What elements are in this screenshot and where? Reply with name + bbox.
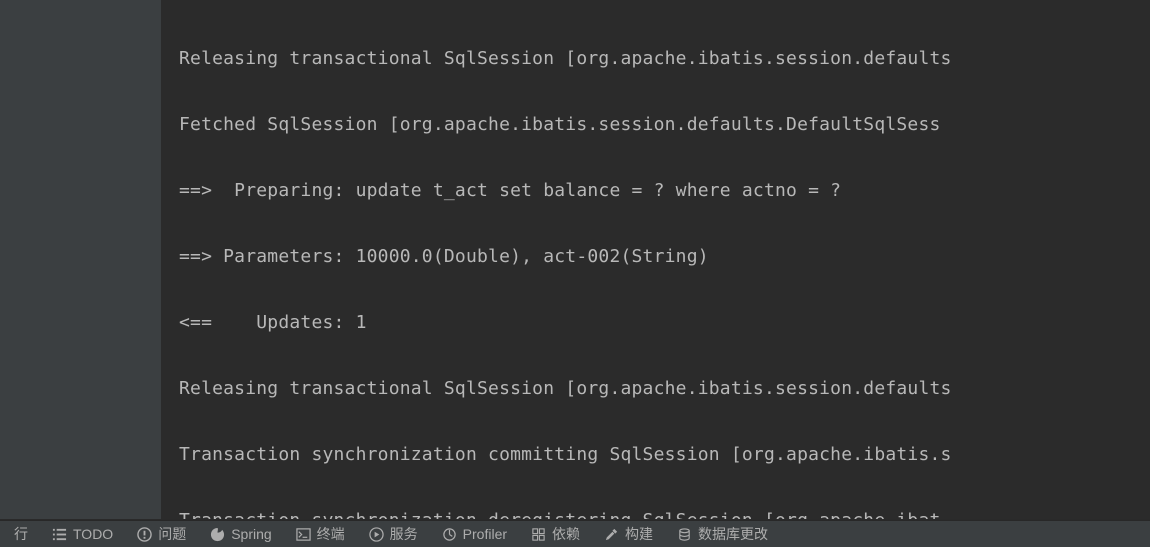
bottom-item-todo[interactable]: TODO (40, 521, 125, 547)
bottom-item-profiler[interactable]: Profiler (430, 521, 519, 547)
bottom-item-label: Spring (231, 526, 271, 542)
bottom-item-label: 行 (14, 524, 28, 544)
spring-icon (210, 527, 225, 542)
bottom-item-label: Profiler (463, 526, 507, 542)
bottom-item-label: 服务 (390, 524, 418, 544)
bottom-item-label: 构建 (625, 524, 653, 544)
profiler-icon (442, 527, 457, 542)
console-line: Transaction synchronization committing S… (161, 440, 1150, 470)
bottom-item-label: 终端 (317, 524, 345, 544)
deps-icon (531, 527, 546, 542)
bottom-item-label: TODO (73, 526, 113, 542)
bottom-item-problems[interactable]: 问题 (125, 521, 198, 547)
console-line: ==> Parameters: 10000.0(Double), act-002… (161, 242, 1150, 272)
main-container: Releasing transactional SqlSession [org.… (0, 0, 1150, 522)
bottom-item-spring[interactable]: Spring (198, 521, 283, 547)
bottom-tool-bar: 行 TODO 问题 Spring 终端 服务 Profiler 依赖 构建 数据… (0, 520, 1150, 547)
bottom-item-services[interactable]: 服务 (357, 521, 430, 547)
console-line: Releasing transactional SqlSession [org.… (161, 374, 1150, 404)
bottom-item-label: 问题 (158, 524, 186, 544)
bottom-item-row[interactable]: 行 (2, 521, 40, 547)
bottom-item-label: 依赖 (552, 524, 580, 544)
play-icon (369, 527, 384, 542)
warning-icon (137, 527, 152, 542)
console-output[interactable]: Releasing transactional SqlSession [org.… (161, 0, 1150, 522)
database-icon (677, 527, 692, 542)
bottom-item-dependencies[interactable]: 依赖 (519, 521, 592, 547)
bottom-item-build[interactable]: 构建 (592, 521, 665, 547)
console-line: ==> Preparing: update t_act set balance … (161, 176, 1150, 206)
list-icon (52, 527, 67, 542)
console-line: Releasing transactional SqlSession [org.… (161, 44, 1150, 74)
terminal-icon (296, 527, 311, 542)
console-line: Fetched SqlSession [org.apache.ibatis.se… (161, 110, 1150, 140)
hammer-icon (604, 527, 619, 542)
bottom-item-terminal[interactable]: 终端 (284, 521, 357, 547)
bottom-item-database-changes[interactable]: 数据库更改 (665, 521, 780, 547)
left-gutter (0, 0, 161, 522)
bottom-item-label: 数据库更改 (698, 524, 768, 544)
console-line: <== Updates: 1 (161, 308, 1150, 338)
